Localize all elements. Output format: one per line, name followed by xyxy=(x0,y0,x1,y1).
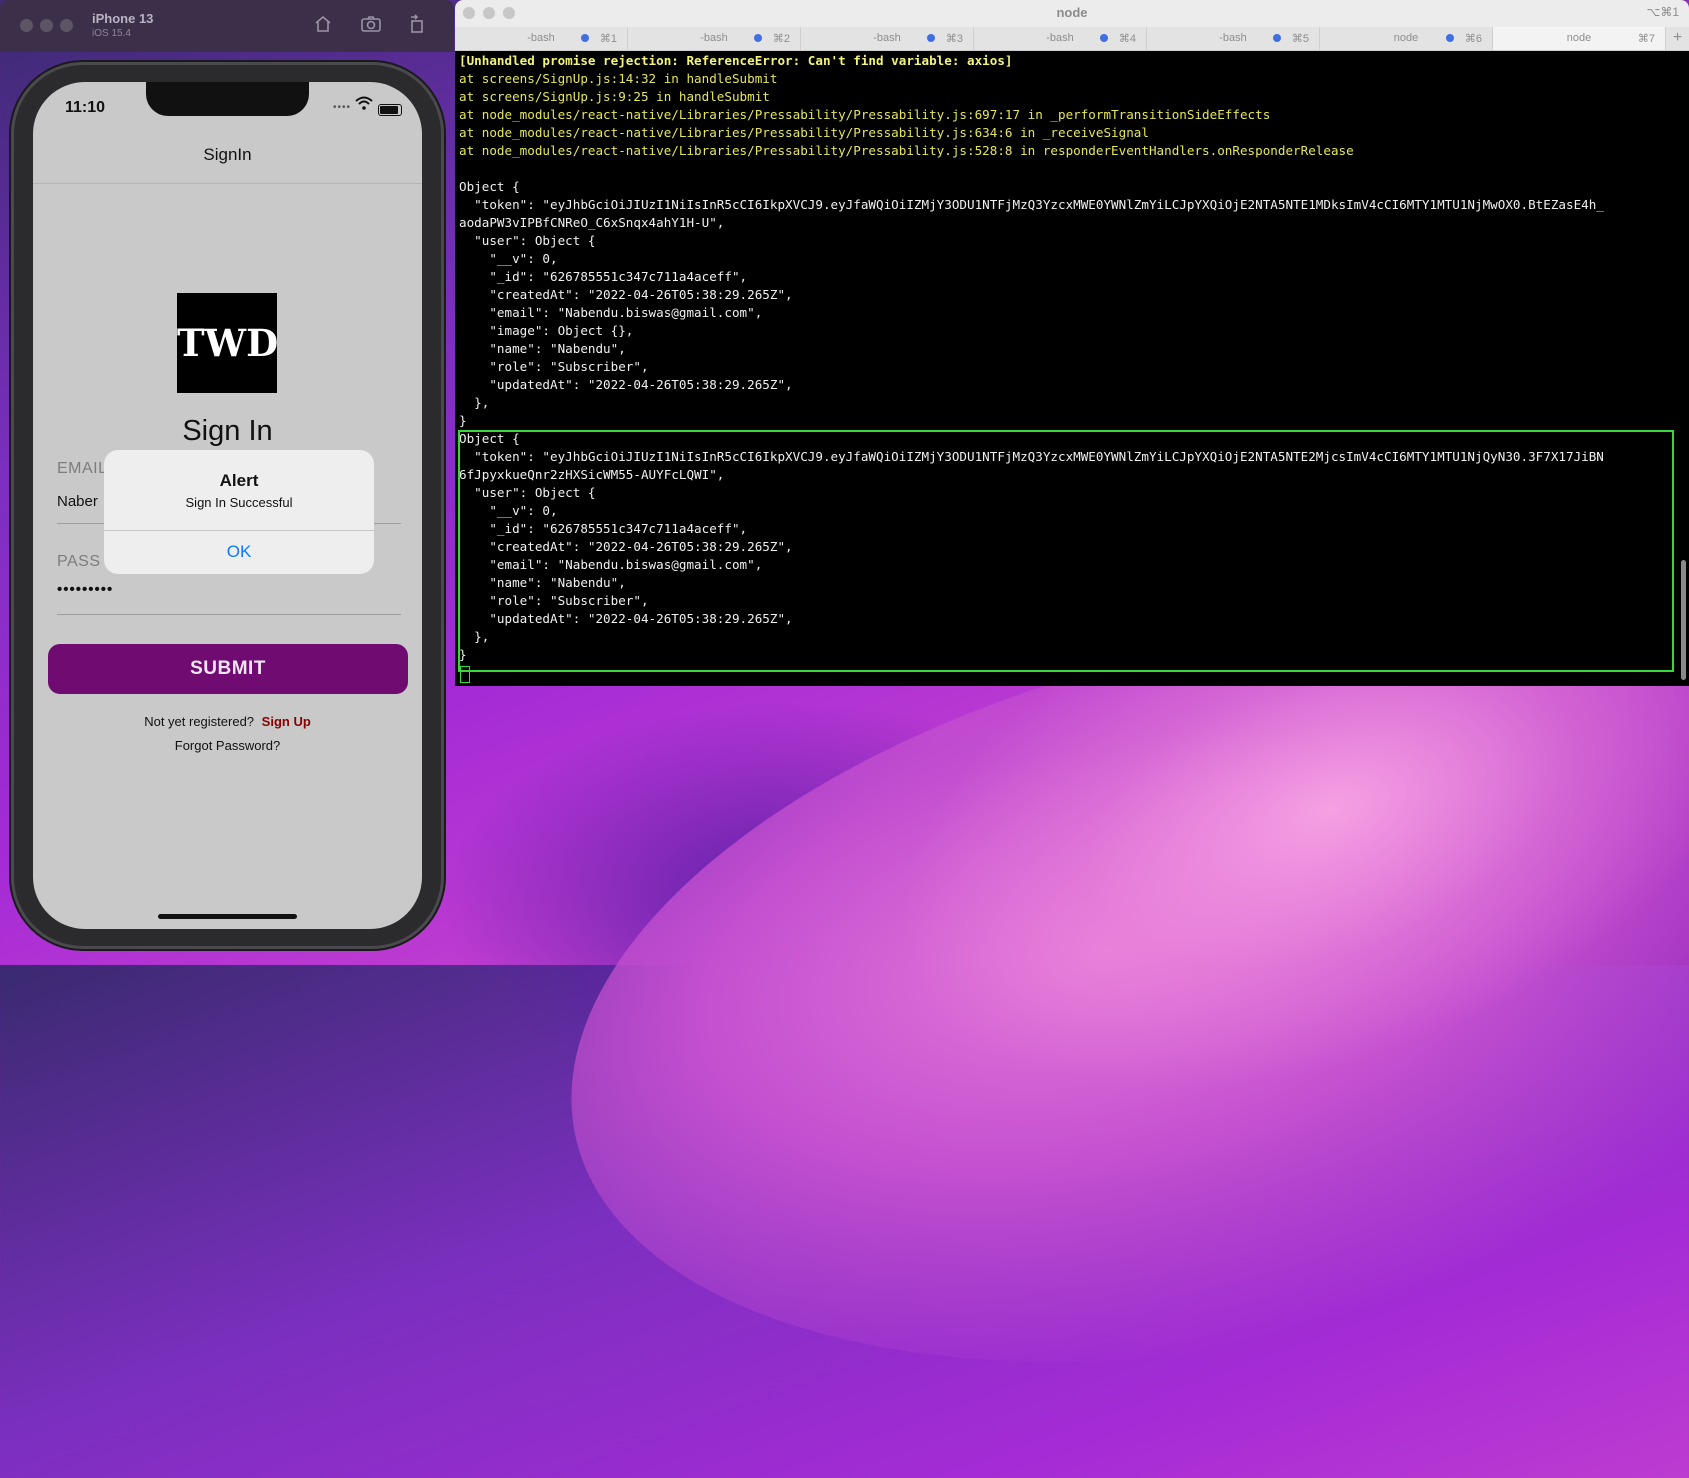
terminal-output[interactable]: [Unhandled promise rejection: ReferenceE… xyxy=(459,52,1685,664)
tab-shortcut: ⌘5 xyxy=(1291,33,1309,45)
rotate-icon[interactable] xyxy=(405,14,429,40)
terminal-tab-bar: -bash ⌘1 -bash ⌘2 -bash ⌘3 -bash ⌘4 -bash ⌘5 node ⌘… xyxy=(455,27,1689,51)
tab-activity-dot xyxy=(581,34,589,42)
signup-link[interactable]: Sign Up xyxy=(262,714,311,729)
tab-shortcut: ⌘3 xyxy=(945,33,963,45)
app-logo: TWD xyxy=(177,293,278,393)
terminal-tab[interactable]: -bash ⌘3 xyxy=(801,27,974,50)
home-icon[interactable] xyxy=(311,14,335,40)
tab-activity-dot xyxy=(927,34,935,42)
terminal-line: "_id": "626785551c347c711a4aceff", xyxy=(459,269,748,284)
terminal-line: }, xyxy=(459,629,490,644)
terminal-line: "token": "eyJhbGciOiJIUzI1NiIsInR5cCI6Ik… xyxy=(459,449,1604,464)
terminal-tab[interactable]: -bash ⌘5 xyxy=(1147,27,1320,50)
status-time: 11:10 xyxy=(65,99,106,116)
terminal-line: at node_modules/react-native/Libraries/P… xyxy=(459,125,1149,140)
screenshot-icon[interactable] xyxy=(359,14,383,40)
terminal-title: node xyxy=(1056,5,1088,20)
terminal-tab[interactable]: -bash ⌘2 xyxy=(628,27,801,50)
register-prompt: Not yet registered? Sign Up xyxy=(33,714,422,729)
terminal-tab[interactable]: -bash ⌘4 xyxy=(974,27,1147,50)
password-label: PASS xyxy=(57,553,101,570)
terminal-line: at screens/SignUp.js:9:25 in handleSubmi… xyxy=(459,89,770,104)
tab-shortcut: ⌘2 xyxy=(772,33,790,45)
iphone-frame: 11:10 •••• SignIn TWD Sign In EMAIL Nabe… xyxy=(11,62,444,949)
terminal-line: } xyxy=(459,413,467,428)
terminal-line: "email": "Nabendu.biswas@gmail.com", xyxy=(459,557,763,572)
home-indicator[interactable] xyxy=(158,914,297,919)
terminal-line: "user": Object { xyxy=(459,233,596,248)
new-tab-button[interactable]: + xyxy=(1666,27,1689,50)
terminal-line: } xyxy=(459,647,467,662)
tab-activity-dot xyxy=(754,34,762,42)
terminal-line: aodaPW3vIPBfCNReO_C6xSnqx4ahY1H-U", xyxy=(459,215,725,230)
terminal-line: }, xyxy=(459,395,490,410)
terminal-tab[interactable]: -bash ⌘1 xyxy=(455,27,628,50)
password-field[interactable]: ••••••••• xyxy=(57,581,113,598)
alert-ok-button[interactable]: OK xyxy=(104,530,374,574)
terminal-tab[interactable]: node ⌘6 xyxy=(1320,27,1493,50)
terminal-line: "token": "eyJhbGciOiJIUzI1NiIsInR5cCI6Ik… xyxy=(459,197,1604,212)
page-title: Sign In xyxy=(182,415,273,447)
terminal-line: "image": Object {}, xyxy=(459,323,634,338)
submit-button[interactable]: SUBMIT xyxy=(48,644,408,694)
simulator-title-bar: iPhone 13 iOS 15.4 xyxy=(0,0,454,52)
terminal-window: node ⌥⌘1 -bash ⌘1 -bash ⌘2 -bash ⌘3 -bash ⌘4 -ba… xyxy=(455,0,1689,686)
terminal-line: "updatedAt": "2022-04-26T05:38:29.265Z", xyxy=(459,611,793,626)
minimize-window-button[interactable] xyxy=(40,19,53,32)
tab-shortcut: ⌘7 xyxy=(1637,33,1655,45)
battery-icon xyxy=(378,104,402,116)
terminal-tab[interactable]: node ⌘7 xyxy=(1493,27,1666,50)
terminal-line: "name": "Nabendu", xyxy=(459,575,626,590)
terminal-line: "createdAt": "2022-04-26T05:38:29.265Z", xyxy=(459,287,793,302)
wifi-icon xyxy=(355,96,373,114)
terminal-line: at node_modules/react-native/Libraries/P… xyxy=(459,107,1271,122)
tab-activity-dot xyxy=(1446,34,1454,42)
terminal-line: Object { xyxy=(459,431,520,446)
terminal-line: 6fJpyxkueQnr2zHXSicWM55-AUYFcLQWI", xyxy=(459,467,725,482)
terminal-scrollbar[interactable] xyxy=(1681,560,1686,680)
tab-activity-dot xyxy=(1100,34,1108,42)
terminal-shortcut: ⌥⌘1 xyxy=(1646,5,1679,19)
signal-icon: •••• xyxy=(333,102,352,113)
terminal-line: at screens/SignUp.js:14:32 in handleSubm… xyxy=(459,71,778,86)
tab-shortcut: ⌘6 xyxy=(1464,33,1482,45)
register-text: Not yet registered? xyxy=(144,714,255,729)
terminal-line: "_id": "626785551c347c711a4aceff", xyxy=(459,521,748,536)
terminal-line: "updatedAt": "2022-04-26T05:38:29.265Z", xyxy=(459,377,793,392)
close-window-button[interactable] xyxy=(20,19,33,32)
terminal-line: "role": "Subscriber", xyxy=(459,593,649,608)
terminal-line: Object { xyxy=(459,179,520,194)
nav-title: SignIn xyxy=(203,145,252,164)
simulator-os-version: iOS 15.4 xyxy=(92,28,131,39)
simulator-device-name: iPhone 13 xyxy=(92,11,154,26)
terminal-line: "user": Object { xyxy=(459,485,596,500)
alert-dialog: Alert Sign In Successful OK xyxy=(104,450,374,574)
alert-message: Sign In Successful xyxy=(185,495,293,510)
zoom-window-button[interactable] xyxy=(60,19,73,32)
terminal-line: "email": "Nabendu.biswas@gmail.com", xyxy=(459,305,763,320)
phone-screen: 11:10 •••• SignIn TWD Sign In EMAIL Nabe… xyxy=(33,82,422,929)
tab-shortcut: ⌘1 xyxy=(599,33,617,45)
forgot-password-link[interactable]: Forgot Password? xyxy=(33,738,422,753)
terminal-line: "name": "Nabendu", xyxy=(459,341,626,356)
terminal-line: "__v": 0, xyxy=(459,251,558,266)
email-field[interactable]: Naber xyxy=(57,493,98,510)
email-label: EMAIL xyxy=(57,460,108,477)
password-underline xyxy=(57,614,401,615)
phone-notch xyxy=(146,82,309,116)
terminal-line: [Unhandled promise rejection: ReferenceE… xyxy=(459,53,1013,68)
tab-shortcut: ⌘4 xyxy=(1118,33,1136,45)
terminal-line: "role": "Subscriber", xyxy=(459,359,649,374)
terminal-cursor xyxy=(460,666,470,683)
alert-title: Alert xyxy=(219,471,259,490)
terminal-line: "createdAt": "2022-04-26T05:38:29.265Z", xyxy=(459,539,793,554)
tab-activity-dot xyxy=(1273,34,1281,42)
terminal-line: "__v": 0, xyxy=(459,503,558,518)
navigation-bar: SignIn xyxy=(33,128,422,184)
terminal-title-bar: node ⌥⌘1 xyxy=(455,0,1689,27)
terminal-line: at node_modules/react-native/Libraries/P… xyxy=(459,143,1354,158)
